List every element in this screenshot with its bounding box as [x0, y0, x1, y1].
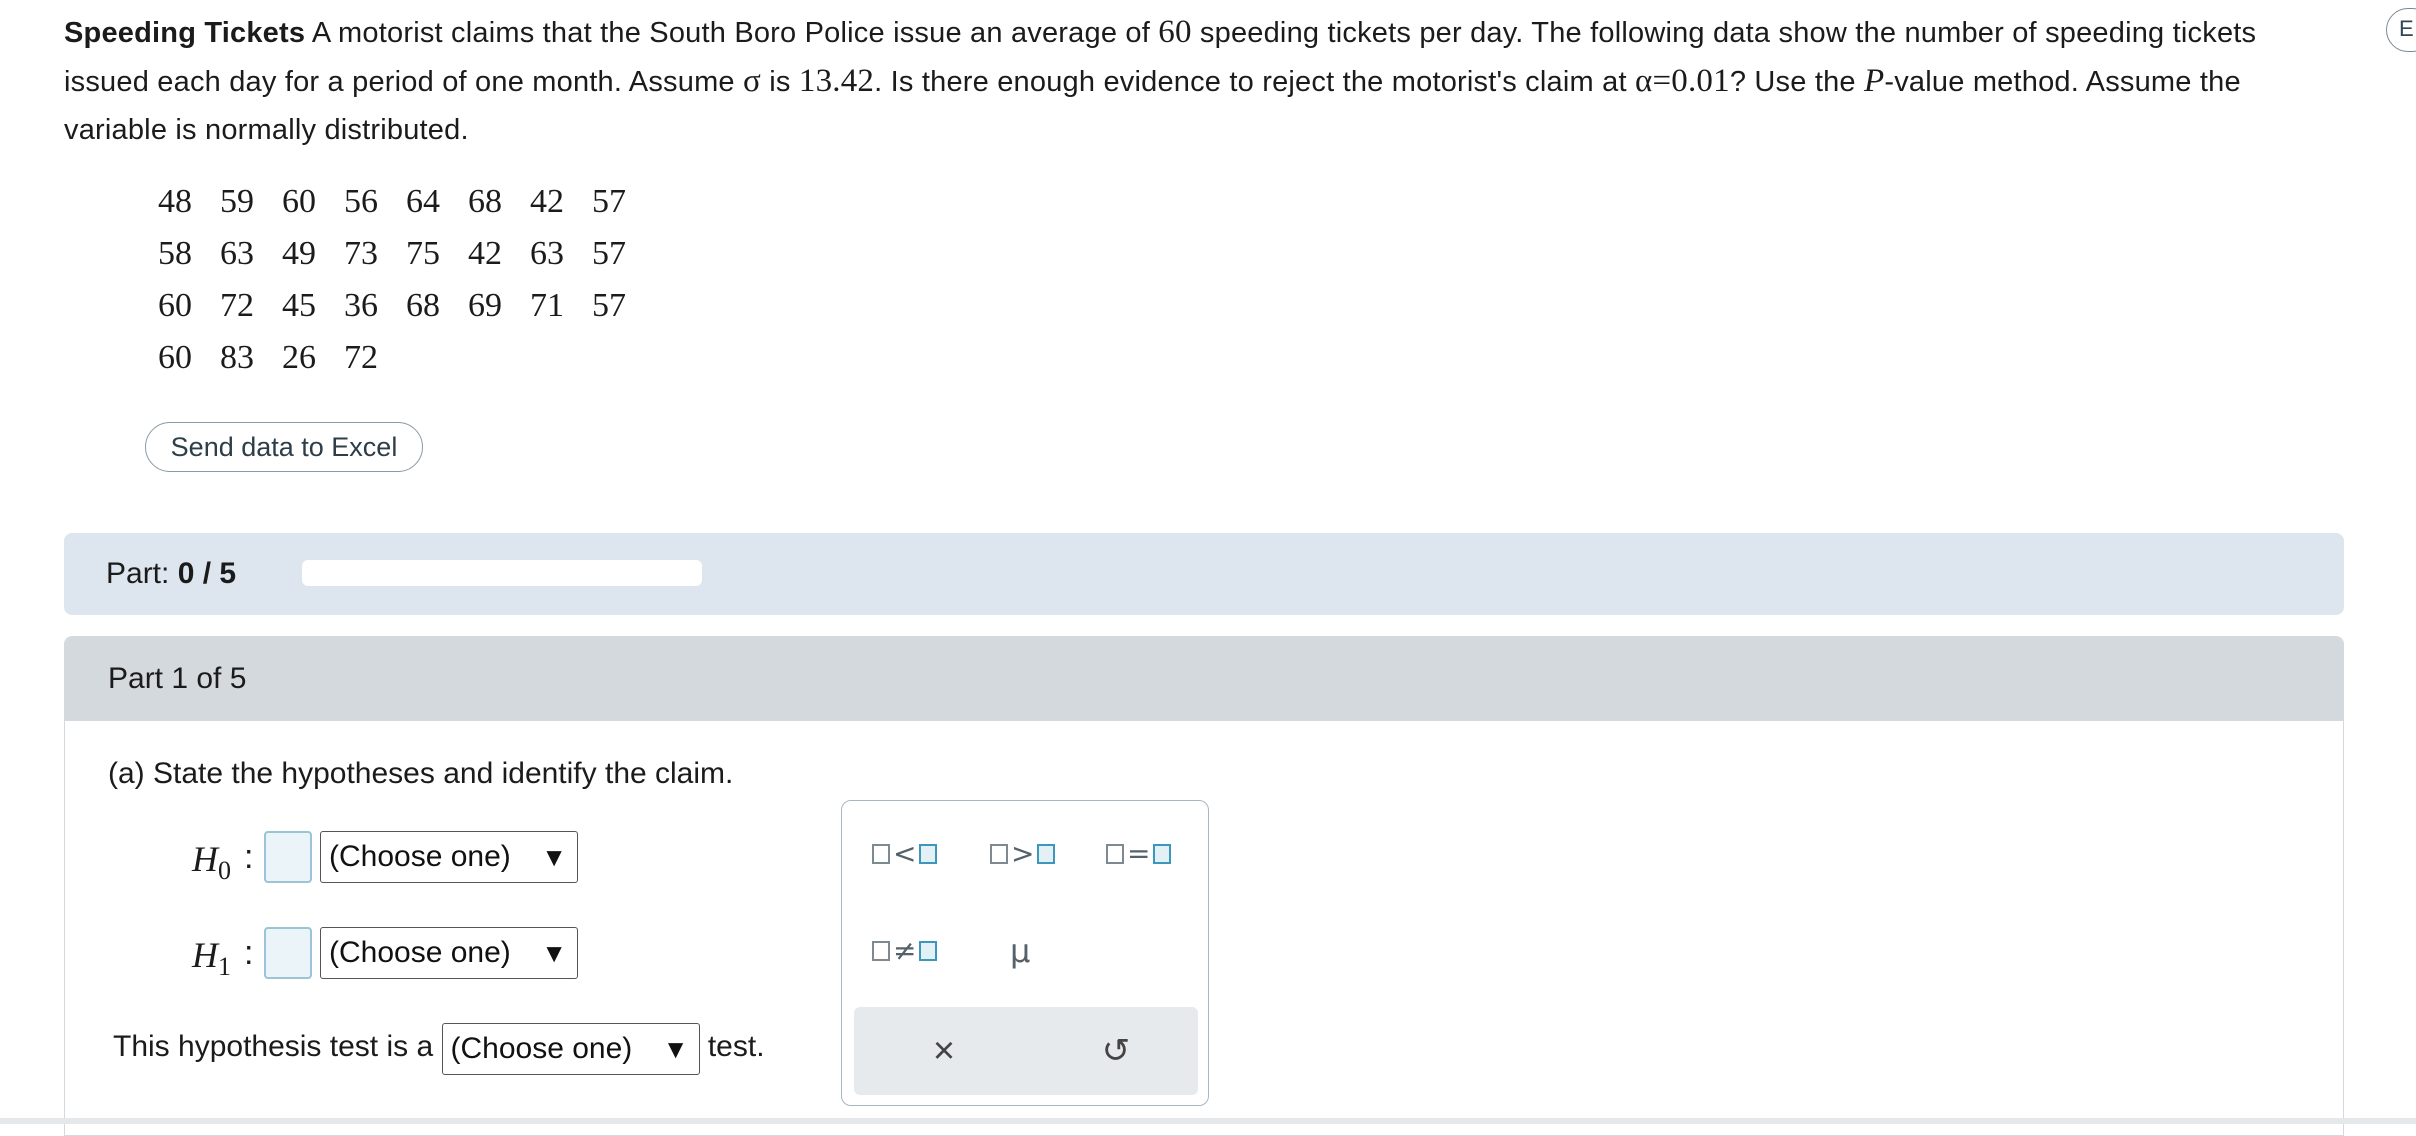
data-row: 48 59 60 56 64 68 42 57 — [150, 176, 646, 228]
h1-label: H1 — [192, 927, 231, 995]
placeholder-box-icon — [872, 941, 890, 961]
part-progress-bar: Part: 0 / 5 — [64, 533, 2344, 615]
h1-select-text: (Choose one) — [329, 936, 511, 969]
data-cell: 57 — [592, 235, 626, 272]
dropdown-arrow-icon: ▼ — [662, 1034, 689, 1064]
placeholder-box-icon — [1153, 844, 1172, 864]
data-cell: 60 — [158, 339, 192, 376]
greater-than-symbol: > — [1011, 837, 1035, 870]
test-select-text: (Choose one) — [450, 1032, 633, 1065]
data-cell: 68 — [406, 287, 440, 324]
question-text: (a) State the hypotheses and identify th… — [108, 757, 734, 790]
h1-letter: H — [192, 935, 218, 975]
h1-colon: : — [244, 934, 254, 972]
greater-than-button[interactable]: > — [990, 834, 1056, 874]
test-suffix-text: test. — [707, 1030, 765, 1063]
data-cell: 56 — [344, 183, 378, 220]
data-cell: 60 — [158, 287, 192, 324]
h0-letter: H — [192, 839, 218, 879]
data-cell: 45 — [282, 287, 316, 324]
h0-colon: : — [244, 838, 254, 876]
reset-icon[interactable]: ↺ — [1094, 1029, 1138, 1073]
data-row: 60 83 26 72 — [150, 332, 646, 384]
sigma-value: 13.42 — [798, 63, 875, 99]
placeholder-box-icon — [919, 941, 938, 961]
equals-symbol: = — [1127, 837, 1151, 870]
dropdown-arrow-icon: ▼ — [541, 842, 567, 872]
dropdown-arrow-icon: ▼ — [541, 938, 567, 968]
data-row: 58 63 49 73 75 42 63 57 — [150, 228, 646, 280]
problem-text: is — [761, 66, 799, 98]
part-progress-count: 0 / 5 — [177, 557, 237, 590]
data-cell: 42 — [468, 235, 502, 272]
sigma-symbol: σ — [743, 63, 762, 99]
send-to-excel-button[interactable]: Send data to Excel — [145, 422, 423, 472]
placeholder-box-icon — [1106, 844, 1124, 864]
h0-select-text: (Choose one) — [329, 840, 511, 873]
data-row: 60 72 45 36 68 69 71 57 — [150, 280, 646, 332]
data-cell: 71 — [530, 287, 564, 324]
not-equal-button[interactable]: ≠ — [872, 931, 938, 971]
placeholder-box-icon — [872, 844, 890, 864]
data-cell: 58 — [158, 235, 192, 272]
mu-button[interactable]: μ — [1010, 931, 1030, 971]
problem-title: Speeding Tickets — [64, 17, 306, 49]
part-label-text: Part: — [106, 557, 170, 590]
h1-subscript: 1 — [218, 952, 231, 982]
part-header: Part 1 of 5 — [65, 637, 2343, 721]
problem-text: ? Use the — [1729, 66, 1865, 98]
h1-answer-box[interactable] — [264, 927, 312, 979]
palette-actions: × ↺ — [854, 1007, 1198, 1095]
progress-track — [302, 560, 702, 586]
data-cell: 75 — [406, 235, 440, 272]
data-cell: 60 — [282, 183, 316, 220]
data-cell: 48 — [158, 183, 192, 220]
h0-subscript: 0 — [218, 856, 231, 886]
problem-text: A motorist claims that the South Boro Po… — [305, 17, 1159, 49]
part-progress-label: Part: 0 / 5 — [106, 557, 236, 591]
data-cell: 49 — [282, 235, 316, 272]
claimed-average: 60 — [1158, 14, 1192, 50]
data-cell: 72 — [220, 287, 254, 324]
data-cell: 57 — [592, 287, 626, 324]
less-than-symbol: < — [893, 837, 917, 870]
alpha-expression: α=0.01 — [1634, 63, 1730, 99]
test-prefix-text: This hypothesis test is a — [113, 1030, 434, 1063]
data-cell: 57 — [592, 183, 626, 220]
data-cell: 64 — [406, 183, 440, 220]
placeholder-box-icon — [1037, 844, 1056, 864]
clear-icon[interactable]: × — [922, 1029, 966, 1073]
p-letter: P — [1864, 63, 1885, 99]
symbol-palette: < > = ≠ μ × ↺ — [841, 800, 1209, 1106]
data-cell: 68 — [468, 183, 502, 220]
equals-button[interactable]: = — [1106, 834, 1172, 874]
data-cell: 73 — [344, 235, 378, 272]
placeholder-box-icon — [990, 844, 1008, 864]
less-than-button[interactable]: < — [872, 834, 938, 874]
data-cell: 72 — [344, 339, 378, 376]
edge-button[interactable]: E — [2386, 8, 2416, 52]
data-cell: 63 — [220, 235, 254, 272]
h0-choose-select[interactable]: (Choose one) ▼ — [320, 831, 578, 883]
data-table: 48 59 60 56 64 68 42 57 58 63 49 73 75 4… — [150, 176, 646, 384]
data-cell: 63 — [530, 235, 564, 272]
h1-choose-select[interactable]: (Choose one) ▼ — [320, 927, 578, 979]
mu-symbol: μ — [1010, 932, 1031, 970]
data-cell: 36 — [344, 287, 378, 324]
test-type-select[interactable]: (Choose one) ▼ — [441, 1023, 700, 1075]
data-cell: 83 — [220, 339, 254, 376]
h0-answer-box[interactable] — [264, 831, 312, 883]
data-cell: 26 — [282, 339, 316, 376]
not-equal-symbol: ≠ — [893, 934, 917, 967]
problem-statement: Speeding Tickets A motorist claims that … — [64, 8, 2314, 154]
data-cell: 69 — [468, 287, 502, 324]
h0-label: H0 — [192, 831, 231, 899]
footer-divider — [0, 1118, 2416, 1124]
problem-text: . Is there enough evidence to reject the… — [874, 66, 1635, 98]
data-cell: 42 — [530, 183, 564, 220]
data-cell: 59 — [220, 183, 254, 220]
placeholder-box-icon — [919, 844, 938, 864]
test-type-line: This hypothesis test is a (Choose one) ▼ … — [113, 1021, 765, 1075]
